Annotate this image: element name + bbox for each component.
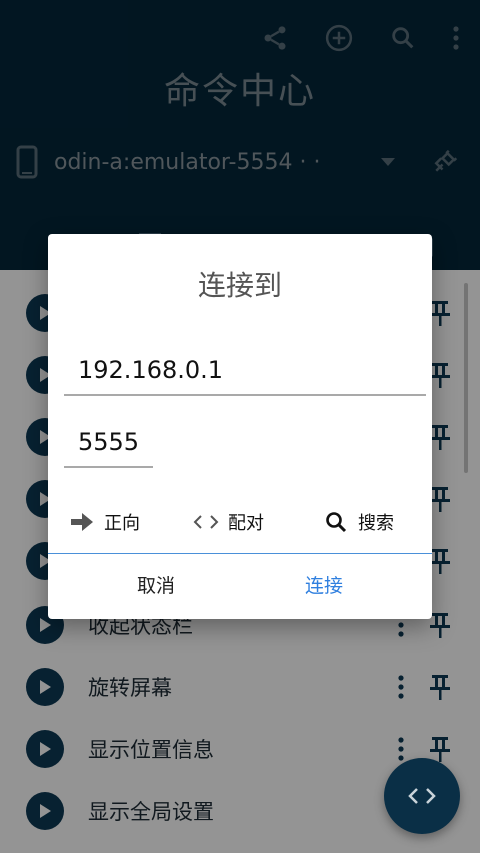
ip-address-input[interactable]: 192.168.0.1 [64,350,426,396]
dialog-title: 连接到 [197,269,282,302]
cancel-button[interactable]: 取消 [96,564,216,608]
search-icon [322,508,350,536]
search-option[interactable]: 搜索 [322,506,394,538]
forward-option[interactable]: 正向 [68,506,140,538]
arrow-forward-icon [68,508,96,536]
code-icon [408,788,436,804]
pair-option-label: 配对 [228,513,264,534]
forward-option-label: 正向 [104,513,140,534]
connect-button[interactable]: 连接 [264,564,384,608]
search-option-label: 搜索 [358,513,394,534]
dialog-divider [48,553,432,554]
connection-options: 正向 配对 搜索 [48,506,432,538]
connect-dialog: 连接到 192.168.0.1 5555 正向 配对 搜索 取消 连接 [48,234,432,619]
fab-code-button[interactable] [384,758,460,834]
code-brackets-icon [192,508,220,536]
port-input[interactable]: 5555 [64,422,153,468]
pair-option[interactable]: 配对 [192,506,264,538]
